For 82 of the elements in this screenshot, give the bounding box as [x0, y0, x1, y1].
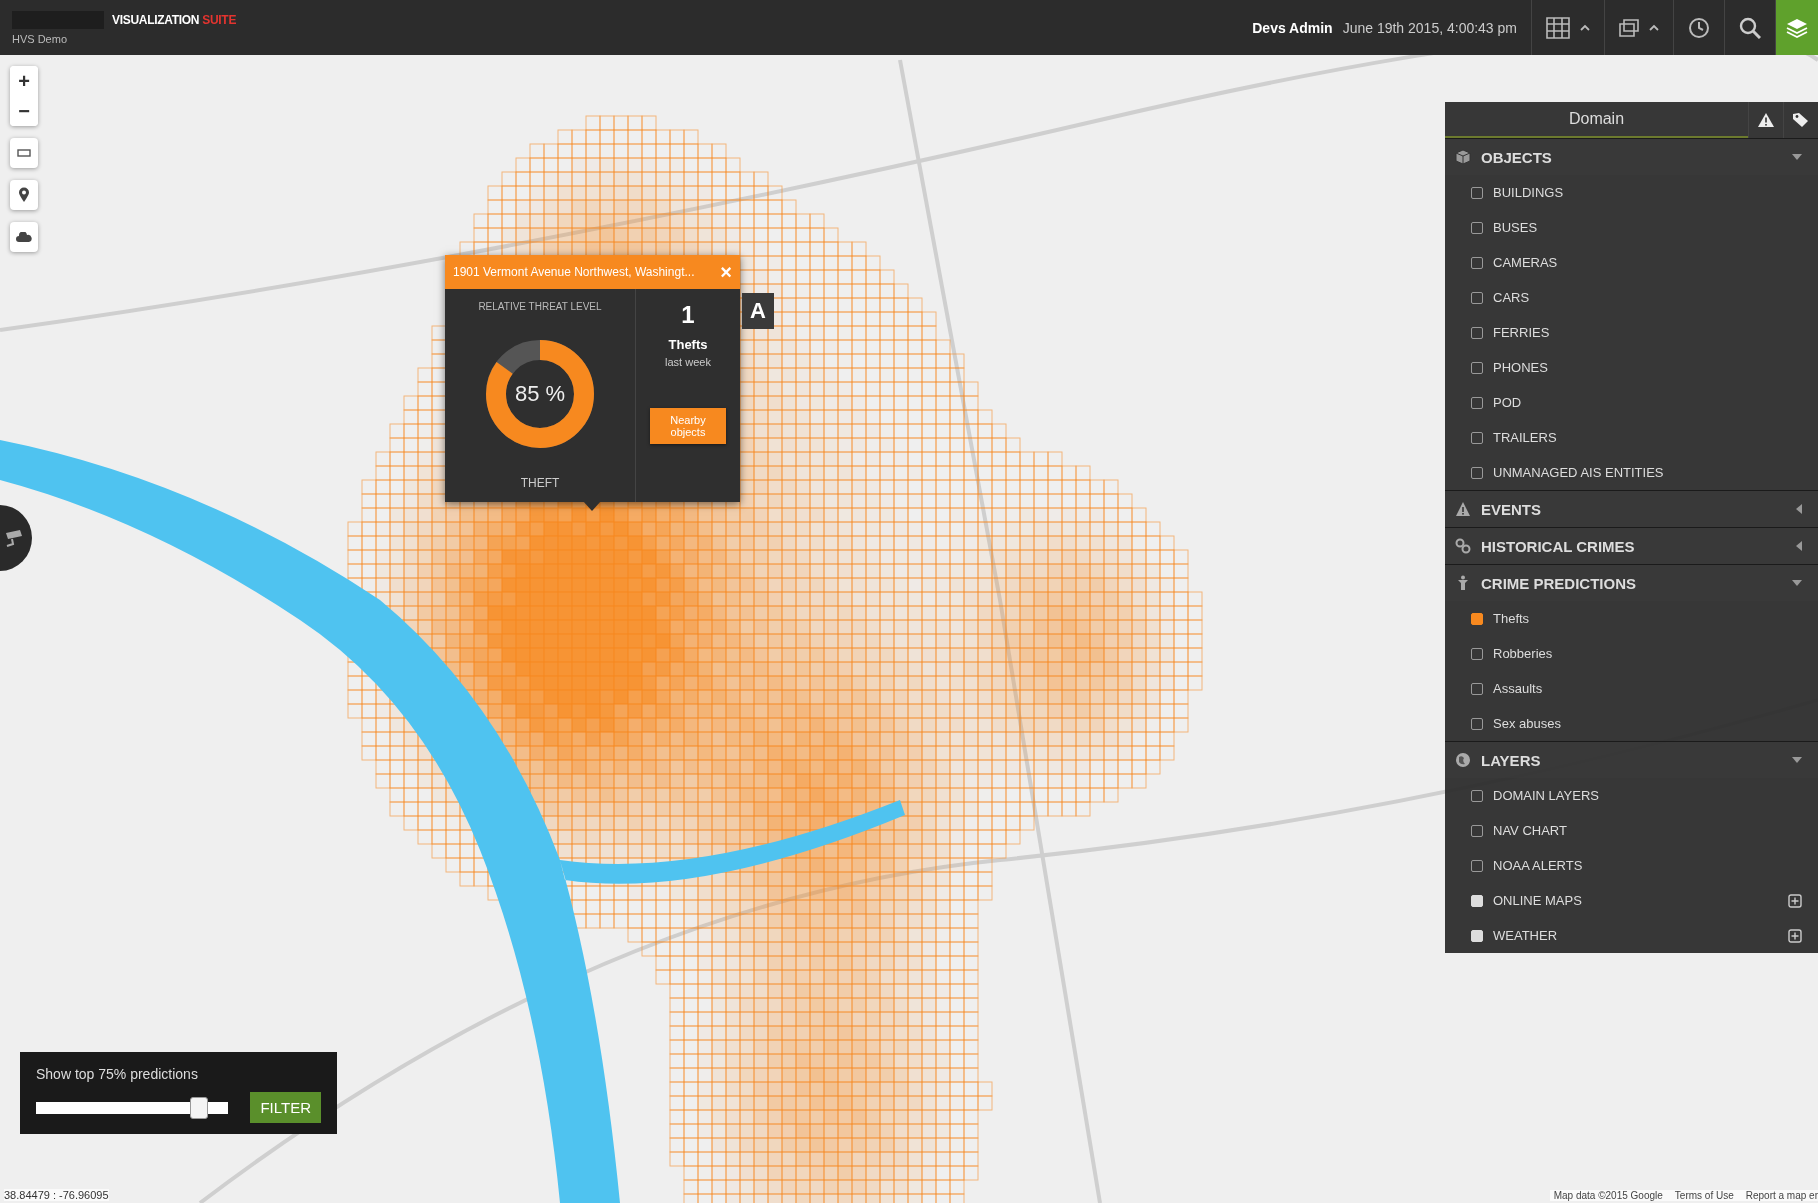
checkbox[interactable]	[1471, 431, 1483, 444]
popup-address: 1901 Vermont Avenue Northwest, Washingt...	[453, 265, 696, 279]
checkbox[interactable]	[1471, 256, 1483, 269]
zoom-in-button[interactable]: +	[10, 66, 38, 96]
layer-label[interactable]: NAV CHART	[1493, 823, 1802, 838]
map-link[interactable]: Terms of Use	[1674, 1190, 1734, 1201]
section-icon	[1455, 752, 1471, 768]
checkbox[interactable]	[1471, 466, 1483, 479]
count-label: Thefts	[668, 337, 708, 352]
layer-label[interactable]: BUILDINGS	[1493, 185, 1802, 200]
clock-icon[interactable]	[1688, 16, 1710, 39]
checkbox[interactable]	[1471, 717, 1483, 730]
map-link[interactable]: Report a map er	[1745, 1190, 1818, 1201]
expand-plus-icon[interactable]	[1788, 928, 1802, 943]
threat-percent: 85 %	[514, 381, 566, 407]
ruler-button[interactable]	[10, 138, 38, 168]
slider-thumb[interactable]	[189, 1096, 208, 1119]
checkbox[interactable]	[1471, 361, 1483, 374]
threat-category: THEFT	[520, 476, 560, 490]
pin-icon[interactable]	[18, 187, 30, 203]
checkbox[interactable]	[1471, 859, 1483, 872]
cursor-coordinates: 38.84479 : -76.96095	[4, 1189, 109, 1201]
panel-title[interactable]: Domain	[1445, 102, 1748, 138]
map-attribution: Map data ©2015 Google	[1553, 1190, 1663, 1201]
layer-label[interactable]: WEATHER	[1493, 928, 1778, 943]
count-period: last week	[665, 356, 711, 368]
checkbox[interactable]	[1471, 612, 1483, 625]
layer-label[interactable]: DOMAIN LAYERS	[1493, 788, 1802, 803]
checkbox[interactable]	[1471, 221, 1483, 234]
layer-label[interactable]: POD	[1493, 395, 1802, 410]
caret-icon[interactable]	[1580, 24, 1590, 31]
layer-label[interactable]: NOAA ALERTS	[1493, 858, 1802, 873]
pin-button[interactable]	[10, 180, 38, 210]
section-icon	[1455, 538, 1471, 554]
checkbox[interactable]	[1471, 326, 1483, 339]
caret-icon[interactable]	[1649, 24, 1659, 31]
checkbox[interactable]	[1471, 682, 1483, 695]
expand-caret-icon[interactable]	[1796, 504, 1802, 514]
layer-label[interactable]: Thefts	[1493, 611, 1802, 626]
checkbox[interactable]	[1471, 291, 1483, 304]
layer-label[interactable]: Sex abuses	[1493, 716, 1802, 731]
collapse-caret-icon[interactable]	[1792, 154, 1802, 160]
section-icon	[1455, 501, 1471, 517]
date-time: June 19th 2015, 4:00:43 pm	[1342, 19, 1517, 36]
collapse-caret-icon[interactable]	[1792, 757, 1802, 763]
zoom-out-button[interactable]: −	[10, 96, 38, 126]
app-subtitle: HVS Demo	[12, 32, 69, 45]
app-title: VISUALIZATION SUITE	[112, 12, 237, 27]
checkbox[interactable]	[1471, 824, 1483, 837]
checkbox[interactable]	[1471, 396, 1483, 409]
layer-label[interactable]: BUSES	[1493, 220, 1802, 235]
filter-label: Show top 75% predictions	[36, 1066, 199, 1082]
search-icon[interactable]	[1739, 16, 1761, 39]
layer-label[interactable]: TRAILERS	[1493, 430, 1802, 445]
weather-button[interactable]	[10, 222, 38, 252]
layer-label[interactable]: PHONES	[1493, 360, 1802, 375]
filter-button[interactable]: FILTER	[250, 1092, 321, 1123]
cloud-icon[interactable]	[16, 231, 32, 243]
layer-label[interactable]: CARS	[1493, 290, 1802, 305]
ruler-icon[interactable]	[17, 149, 31, 157]
warning-icon[interactable]	[1757, 112, 1775, 128]
layer-label[interactable]: ONLINE MAPS	[1493, 893, 1778, 908]
expand-caret-icon[interactable]	[1796, 541, 1802, 551]
layer-label[interactable]: Robberies	[1493, 646, 1802, 661]
layer-label[interactable]: Assaults	[1493, 681, 1802, 696]
map-marker[interactable]: A	[742, 293, 774, 329]
user-name: Devs Admin	[1252, 19, 1333, 36]
layer-label[interactable]: UNMANAGED AIS ENTITIES	[1493, 465, 1802, 480]
checkbox[interactable]	[1471, 647, 1483, 660]
layer-label[interactable]: CAMERAS	[1493, 255, 1802, 270]
threat-label: RELATIVE THREAT LEVEL	[478, 301, 602, 312]
theft-count: 1	[681, 301, 695, 329]
checkbox[interactable]	[1471, 789, 1483, 802]
section-icon	[1455, 149, 1471, 165]
layers-button[interactable]	[1775, 0, 1818, 55]
expand-plus-icon[interactable]	[1788, 893, 1802, 908]
tag-icon[interactable]	[1792, 112, 1810, 128]
windows-icon[interactable]	[1619, 18, 1639, 37]
layer-label[interactable]: FERRIES	[1493, 325, 1802, 340]
checkbox[interactable]	[1471, 186, 1483, 199]
grid-icon[interactable]	[1546, 16, 1570, 39]
collapse-caret-icon[interactable]	[1792, 580, 1802, 586]
